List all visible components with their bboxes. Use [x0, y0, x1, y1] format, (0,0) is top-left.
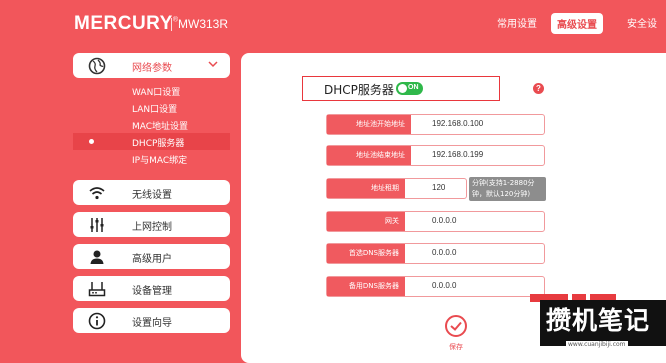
sidebar-item-advanced-user[interactable]: 高级用户 — [73, 244, 230, 269]
chevron-down-icon[interactable] — [208, 59, 218, 69]
field-value[interactable]: 0.0.0.0 — [432, 248, 456, 257]
sidebar-item-label: 高级用户 — [132, 254, 172, 265]
sidebar-item-ip-mac-bind[interactable]: IP与MAC绑定 — [132, 153, 187, 166]
nav-common-settings[interactable]: 常用设置 — [497, 15, 537, 30]
field-label: 地址池开始地址 — [327, 115, 411, 134]
field-value[interactable]: 192.168.0.100 — [432, 119, 483, 128]
help-icon[interactable]: ? — [533, 83, 544, 94]
field-label: 备用DNS服务器 — [327, 277, 405, 296]
globe-icon — [88, 57, 106, 75]
sidebar-item-label: 无线设置 — [132, 190, 172, 201]
dhcp-header: DHCP服务器 ON — [302, 76, 500, 101]
sidebar-item-label: 设置向导 — [132, 318, 172, 329]
sidebar-item-lan[interactable]: LAN口设置 — [132, 102, 177, 115]
toggle-knob — [398, 84, 407, 93]
sidebar-item-wan[interactable]: WAN口设置 — [132, 85, 180, 98]
field-label: 网关 — [327, 212, 405, 231]
field-label: 地址池结束地址 — [327, 146, 411, 165]
sidebar-item-wireless[interactable]: 无线设置 — [73, 180, 230, 205]
sidebar-item-mac[interactable]: MAC地址设置 — [132, 119, 188, 132]
watermark-text: 攒机笔记 — [546, 306, 651, 335]
primary-dns-field[interactable]: 首选DNS服务器 0.0.0.0 — [326, 243, 545, 264]
field-value[interactable]: 0.0.0.0 — [432, 216, 456, 225]
watermark-url: www.cuanjibiji.com — [566, 341, 628, 348]
sidebar-submenu: WAN口设置 LAN口设置 MAC地址设置 DHCP服务器 IP与MAC绑定 — [73, 80, 230, 168]
field-label: 首选DNS服务器 — [327, 244, 405, 263]
lease-hint: 分钟(支持1-2880分钟，默认120分钟) — [469, 177, 546, 201]
lease-time-field[interactable]: 地址租期 120 — [326, 178, 467, 199]
gateway-field[interactable]: 网关 0.0.0.0 — [326, 211, 545, 232]
field-value[interactable]: 192.168.0.199 — [432, 150, 483, 159]
info-icon — [88, 312, 106, 330]
save-button[interactable] — [445, 315, 467, 337]
field-label: 地址租期 — [327, 179, 405, 198]
sidebar-group-label: 网络参数 — [132, 63, 172, 74]
watermark: 攒机笔记 www.cuanjibiji.com — [530, 288, 666, 351]
sidebar-item-access-control[interactable]: 上网控制 — [73, 212, 230, 237]
model-name: MW313R — [170, 17, 229, 31]
secondary-dns-field[interactable]: 备用DNS服务器 0.0.0.0 — [326, 276, 545, 297]
pool-end-field[interactable]: 地址池结束地址 192.168.0.199 — [326, 145, 545, 166]
checkmark-icon — [450, 321, 462, 331]
page-title: DHCP服务器 — [324, 83, 394, 97]
sidebar-item-setup-wizard[interactable]: 设置向导 — [73, 308, 230, 333]
toggle-state: ON — [408, 84, 419, 91]
sidebar-group-network[interactable]: 网络参数 — [73, 53, 230, 78]
sidebar-item-dhcp[interactable]: DHCP服务器 — [132, 136, 184, 149]
sidebar-item-label: 设备管理 — [132, 286, 172, 297]
sliders-icon — [90, 218, 104, 232]
nav-security-settings[interactable]: 安全设 — [627, 15, 657, 30]
router-icon — [88, 282, 106, 297]
pool-start-field[interactable]: 地址池开始地址 192.168.0.100 — [326, 114, 545, 135]
sidebar-item-label: 上网控制 — [132, 222, 172, 233]
field-value[interactable]: 0.0.0.0 — [432, 281, 456, 290]
wifi-icon — [89, 187, 105, 200]
dhcp-toggle[interactable]: ON — [396, 82, 423, 95]
user-icon — [90, 250, 104, 264]
brand-logo: MERCURY® — [74, 13, 179, 34]
nav-advanced-settings[interactable]: 高级设置 — [551, 13, 603, 34]
field-value[interactable]: 120 — [432, 183, 445, 192]
sidebar-item-device-management[interactable]: 设备管理 — [73, 276, 230, 301]
